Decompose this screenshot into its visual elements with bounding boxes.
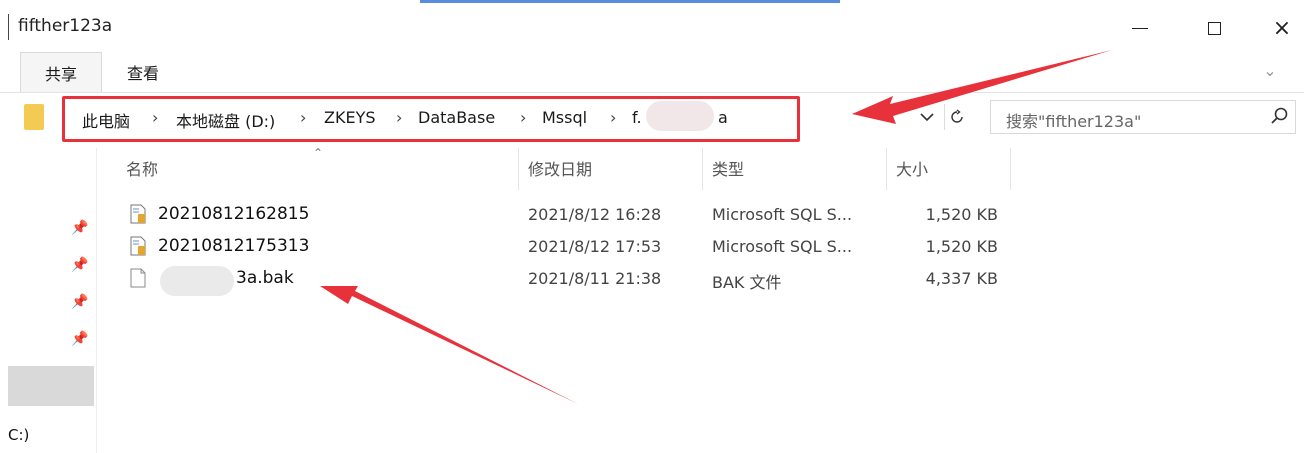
search-icon[interactable] [1270,106,1290,126]
file-modified: 2021/8/12 16:28 [528,205,662,224]
sql-file-icon [130,204,146,224]
breadcrumb-separator[interactable]: › [610,108,616,127]
nav-pane-divider [96,148,97,453]
nav-selected-item[interactable] [8,366,94,406]
file-type: BAK 文件 [712,273,782,292]
blank-file-icon [130,268,146,288]
close-button[interactable]: × [1262,8,1302,48]
search-placeholder[interactable]: 搜索"fifther123a" [1006,108,1141,132]
pin-icon[interactable]: 📌 [71,220,88,236]
sql-file-icon [130,236,146,256]
redacted-blur [646,101,714,131]
breadcrumb-database[interactable]: DataBase [418,108,495,127]
breadcrumb-folder-suffix[interactable]: a [718,108,728,127]
file-type: Microsoft SQL S... [712,237,853,256]
file-name[interactable]: 20210812162815 [158,204,309,224]
file-size: 4,337 KB [925,269,998,288]
refresh-icon [951,109,963,123]
file-type: Microsoft SQL S... [712,205,853,224]
window-title: fifther123a [18,16,113,36]
breadcrumb-zkeys[interactable]: ZKEYS [324,108,376,127]
title-left-bar [8,14,9,40]
pin-icon[interactable]: 📌 [71,294,88,310]
breadcrumb-local-disk-d[interactable]: 本地磁盘 (D:) [176,108,275,132]
file-modified: 2021/8/11 21:38 [528,269,662,288]
column-separator[interactable] [518,148,519,190]
pin-icon[interactable]: 📌 [71,257,88,273]
chevron-down-icon [920,113,934,122]
annotation-arrow-bottom [320,286,578,404]
tab-view[interactable]: 查看 [108,52,178,92]
address-dropdown-button[interactable] [916,104,938,130]
file-name[interactable]: 20210812175313 [158,236,309,256]
column-header-size[interactable]: 大小 [896,156,928,180]
column-header-type[interactable]: 类型 [712,156,744,180]
breadcrumb-separator[interactable]: › [396,108,402,127]
annotation-arrows [320,50,1112,404]
column-separator[interactable] [702,148,703,190]
breadcrumb-separator[interactable]: › [300,108,306,127]
sort-ascending-icon: ⌃ [313,146,324,160]
tab-share[interactable]: 共享 [20,52,102,92]
minimize-icon [1132,27,1148,29]
breadcrumb-separator[interactable]: › [520,108,526,127]
nav-drive-label[interactable]: C:) [8,426,29,444]
file-modified: 2021/8/12 17:53 [528,237,662,256]
breadcrumb-folder-prefix[interactable]: f. [632,108,642,127]
breadcrumb-mssql[interactable]: Mssql [542,108,587,127]
breadcrumb-this-pc[interactable]: 此电脑 [82,108,130,132]
ribbon-divider [0,92,1304,93]
file-size: 1,520 KB [925,205,998,224]
column-header-name[interactable]: 名称 [126,156,158,180]
column-separator[interactable] [1010,148,1011,190]
refresh-button[interactable] [944,104,969,130]
file-name[interactable]: 3a.bak [236,268,294,288]
minimize-button[interactable] [1120,8,1160,48]
file-size: 1,520 KB [925,237,998,256]
pin-icon[interactable]: 📌 [71,331,88,347]
column-separator[interactable] [886,148,887,190]
maximize-button[interactable] [1194,8,1234,48]
redacted-blur [160,266,234,296]
folder-icon [24,104,44,130]
top-decorative-line [420,0,840,3]
breadcrumb-separator[interactable]: › [152,108,158,127]
ribbon-expand-chevron-icon[interactable]: ⌄ [1258,58,1282,82]
maximize-icon [1207,21,1221,35]
column-header-modified[interactable]: 修改日期 [528,156,592,180]
